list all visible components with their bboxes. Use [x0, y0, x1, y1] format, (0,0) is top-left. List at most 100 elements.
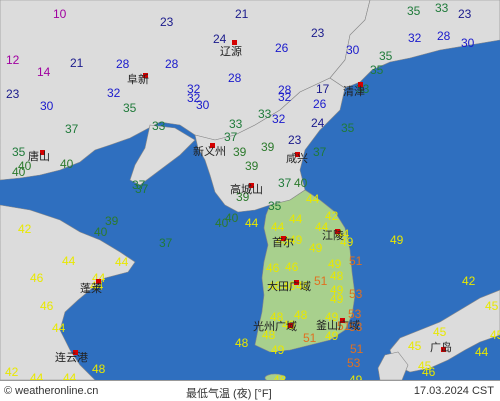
site-credit[interactable]: © weatheronline.cn [4, 385, 98, 397]
temp-label: 46 [30, 271, 44, 285]
city-name: 首尔 [272, 236, 294, 249]
temp-label: 44 [271, 220, 285, 234]
temp-label: 37 [278, 176, 292, 190]
temp-label: 53 [347, 356, 361, 370]
temp-label: 42 [5, 365, 19, 379]
city-name: 清津 [343, 85, 365, 98]
temp-label: 40 [94, 225, 108, 239]
temp-label: 35 [123, 101, 137, 115]
temp-label: 46 [285, 260, 299, 274]
temp-label: 40 [215, 216, 229, 230]
temp-label: 33 [229, 117, 243, 131]
temp-label: 30 [461, 36, 475, 50]
temp-label: 37 [65, 122, 79, 136]
temp-label: 23 [458, 7, 472, 21]
temp-label: 12 [6, 53, 20, 67]
city-name: 唐山 [28, 150, 50, 163]
temp-label: 32 [107, 86, 121, 100]
city-name: 阜新 [127, 73, 149, 86]
temp-label: 35 [268, 199, 282, 213]
temp-label: 45 [433, 325, 447, 339]
city-name: 釜山广域 [316, 319, 360, 332]
city-name: 高城山 [230, 183, 263, 196]
temp-label: 30 [196, 98, 210, 112]
temp-label: 35 [407, 4, 421, 18]
temp-label: 48 [92, 362, 106, 376]
temp-label: 24 [311, 116, 325, 130]
temp-label: 45 [408, 339, 422, 353]
temp-label: 46 [422, 365, 436, 379]
city-name: 光州广域 [253, 320, 297, 333]
city-name: 新义州 [193, 145, 226, 158]
temp-label: 45 [490, 328, 500, 342]
temp-label: 23 [311, 26, 325, 40]
temp-label: 28 [437, 29, 451, 43]
temp-label: 35 [12, 145, 26, 159]
temp-label: 49 [330, 292, 344, 306]
temp-label: 33 [258, 107, 272, 121]
temp-label: 44 [115, 255, 129, 269]
temp-label: 35 [341, 121, 355, 135]
temp-label: 35 [379, 49, 393, 63]
temp-label: 14 [37, 65, 51, 79]
temp-label: 32 [278, 90, 292, 104]
city-name: 大田广域 [267, 280, 311, 293]
map-footer: © weatheronline.cn 最低气温 (夜) [°F] 17.03.2… [0, 380, 500, 400]
temp-label: 53 [349, 287, 363, 301]
temp-label: 23 [6, 87, 20, 101]
temp-label: 44 [62, 254, 76, 268]
temp-label: 51 [349, 254, 363, 268]
temp-label: 35 [370, 63, 384, 77]
temp-label: 37 [159, 236, 173, 250]
map-title: 最低气温 (夜) [°F] [186, 388, 272, 400]
temp-label: 44 [63, 371, 77, 380]
temp-label: 40 [12, 165, 26, 179]
temp-label: 28 [165, 57, 179, 71]
temp-label: 44 [289, 212, 303, 226]
temp-label: 21 [235, 7, 249, 21]
temp-label: 40 [60, 157, 74, 171]
land-liaodong [129, 124, 196, 186]
temp-label: 45 [485, 299, 499, 313]
temp-label: 39 [245, 159, 259, 173]
temp-label: 30 [346, 43, 360, 57]
temp-label: 32 [408, 31, 422, 45]
temp-label: 40 [294, 176, 308, 190]
temp-label: 51 [314, 274, 328, 288]
temp-label: 44 [245, 216, 259, 230]
temp-label: 51 [350, 342, 364, 356]
city-name: 江陵 [322, 229, 344, 242]
temp-label: 32 [272, 112, 286, 126]
temp-label: 23 [160, 15, 174, 29]
temp-label: 37 [135, 182, 149, 196]
temp-label: 24 [213, 32, 227, 46]
temp-label: 21 [70, 56, 84, 70]
temp-label: 42 [462, 274, 476, 288]
temp-label: 49 [390, 233, 404, 247]
temp-label: 10 [53, 7, 67, 21]
temp-label: 49 [271, 343, 285, 357]
city-name: 广岛 [430, 341, 452, 354]
temp-label: 28 [116, 57, 130, 71]
city-name: 咸兴 [286, 152, 308, 165]
temp-label: 44 [52, 321, 66, 335]
temp-label: 26 [275, 41, 289, 55]
temp-label: 30 [40, 99, 54, 113]
temp-label: 33 [435, 1, 449, 15]
temp-label: 33 [152, 119, 166, 133]
temp-label: 46 [266, 261, 280, 275]
map-date: 17.03.2024 CST [413, 385, 494, 397]
temp-label: 17 [316, 82, 330, 96]
temp-label: 49 [309, 241, 323, 255]
city-name: 蓬莱 [80, 282, 102, 295]
city-name: 辽源 [220, 45, 242, 58]
temp-label: 28 [228, 71, 242, 85]
city-name: 连云港 [55, 351, 88, 364]
temp-label: 39 [261, 140, 275, 154]
temperature-map: 10 23 21 35 33 23 24 26 23 30 32 28 30 12 21 28 28 35 14 28… [0, 0, 500, 380]
temp-label: 42 [18, 222, 32, 236]
temp-label: 44 [306, 192, 320, 206]
temp-label: 44 [475, 345, 489, 359]
temp-label: 39 [233, 145, 247, 159]
temp-label: 51 [303, 331, 317, 345]
